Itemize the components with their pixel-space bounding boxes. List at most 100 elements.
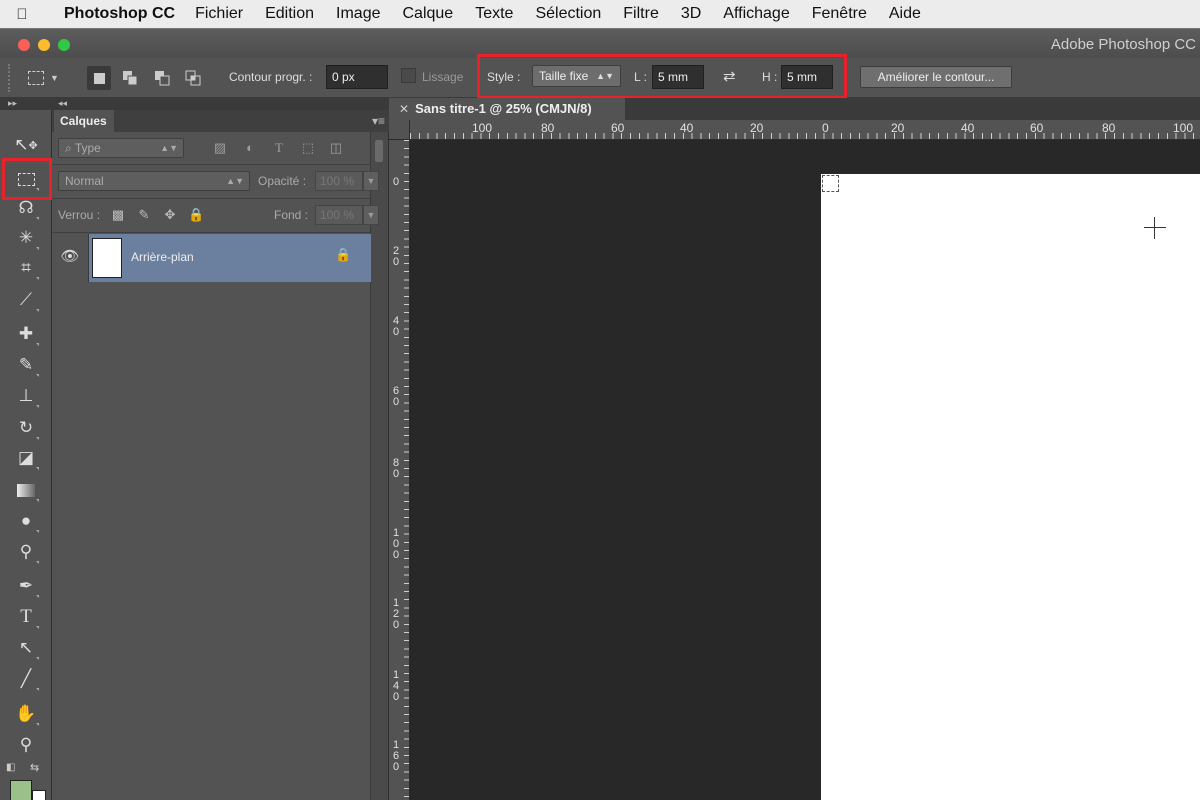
blend-mode-select[interactable]: Normal ▲▼ [58,171,250,191]
ruler-origin[interactable] [389,120,410,140]
healing-brush-tool-icon[interactable]: ✚ [12,321,40,347]
pen-tool-icon[interactable]: ✒ [12,573,40,599]
filter-type-label: Type [74,141,101,155]
style-select[interactable]: Taille fixe ▲▼ [532,65,621,87]
tab-calques[interactable]: Calques [54,110,114,132]
menu-selection[interactable]: Sélection [535,5,601,23]
document-canvas[interactable] [821,174,1200,800]
panel-collapse-icon[interactable]: ◂◂ [52,98,389,110]
lock-position-icon[interactable]: ✥ [162,207,178,223]
lock-transparency-icon[interactable]: ▩ [110,207,126,223]
gradient-tool-icon[interactable] [12,477,40,503]
updown-arrow-icon: ▲▼ [160,143,178,153]
menu-fenetre[interactable]: Fenêtre [812,5,867,23]
menu-aide[interactable]: Aide [889,5,921,23]
tools-collapse-icon[interactable]: ▸▸ [0,98,52,110]
zoom-window-button[interactable] [58,39,70,51]
ruler-h-label: 20 [750,121,764,135]
default-colors-icon[interactable]: ◧ [6,762,15,773]
new-selection-button[interactable] [87,66,111,90]
blur-tool-icon[interactable]: ● [12,508,40,534]
photoshop-window:  Photoshop CC Fichier Edition Image Cal… [0,0,1200,800]
ruler-h-label: 40 [680,121,694,135]
swap-dimensions-icon[interactable]: ⇄ [723,67,736,85]
intersect-selection-button[interactable] [181,66,205,90]
dropdown-arrow-icon: ▼ [50,73,59,83]
menu-image[interactable]: Image [336,5,380,23]
zoom-tool-icon[interactable]: ⚲ [12,732,40,758]
antialias-checkbox[interactable] [401,68,416,83]
subtract-selection-icon [155,71,170,86]
foreground-color-swatch[interactable] [10,780,32,800]
lock-pixels-icon[interactable]: ✎ [136,207,152,223]
line-tool-icon[interactable]: ╱ [12,666,40,692]
lock-all-icon[interactable]: 🔒 [188,207,204,223]
background-color-swatch[interactable] [32,790,46,800]
filter-type-icon[interactable]: T [271,140,287,156]
filter-pixel-icon[interactable]: ▨ [212,140,228,156]
horizontal-ruler[interactable]: 100 80 60 40 20 0 20 40 60 80 100 [410,120,1200,140]
document-tab-bar: ✕ Sans titre-1 @ 25% (CMJN/8) [389,98,1200,120]
refine-edge-button[interactable]: Améliorer le contour... [860,66,1012,88]
type-tool-icon[interactable]: T [12,604,40,630]
panel-menu-icon[interactable]: ▾≡ [372,114,385,128]
feather-input[interactable]: 0 px [326,65,388,89]
menu-edition[interactable]: Edition [265,5,314,23]
options-bar-grip[interactable] [8,64,12,92]
menu-affichage[interactable]: Affichage [723,5,789,23]
move-tool-icon[interactable]: ↖ ✥ [12,132,40,158]
layers-scrollbar[interactable] [370,132,388,800]
vertical-ruler[interactable]: 0 20 40 60 80 100 120 140 160 [389,140,410,800]
options-bar: ▼ Contour progr. : 0 px Lissage Style : … [0,54,1200,99]
height-input[interactable]: 5 mm [781,65,833,89]
close-tab-icon[interactable]: ✕ [399,102,409,116]
eraser-tool-icon[interactable]: ◪ [12,445,40,471]
path-selection-tool-icon[interactable]: ↖ [12,635,40,661]
clone-stamp-tool-icon[interactable]: ⊥ [12,383,40,409]
crop-tool-icon[interactable]: ⌗ [12,255,40,281]
swap-colors-icon[interactable]: ⇆ [30,761,39,774]
rect-marquee-tool-icon[interactable] [12,166,40,192]
app-menu[interactable]: Photoshop CC [64,5,175,23]
dodge-tool-icon[interactable]: ⚲ [12,539,40,565]
hand-tool-icon[interactable]: ✋ [12,701,40,727]
intersect-selection-icon [185,70,201,86]
layer-filter-select[interactable]: ⌕ Type ▲▼ [58,138,184,158]
apple-icon[interactable]:  [0,6,44,23]
history-brush-tool-icon[interactable]: ↻ [12,415,40,441]
layer-row[interactable]: 👁 Arrière-plan 🔒 [52,234,371,282]
layers-panel: ◂◂ Calques ▾≡ ⌕ Type ▲▼ ▨ ◐ T ⬚ ◫ Normal… [52,98,389,800]
opacity-label: Opacité : [258,174,307,188]
filter-smart-object-icon[interactable]: ◫ [328,140,344,156]
eyedropper-tool-icon[interactable]: ⟋ [12,287,40,313]
filter-shape-icon[interactable]: ⬚ [300,140,316,156]
ruler-v-label: 160 [393,739,400,773]
lasso-tool-icon[interactable]: ☊ [12,195,40,221]
close-window-button[interactable] [18,39,30,51]
menu-texte[interactable]: Texte [475,5,513,23]
ruler-v-label: 0 [393,176,400,188]
eye-icon[interactable]: 👁 [52,234,88,282]
minimize-window-button[interactable] [38,39,50,51]
ruler-v-label: 40 [393,315,400,338]
filter-adjustment-icon[interactable]: ◐ [242,140,258,156]
add-to-selection-button[interactable] [118,66,142,90]
magic-wand-tool-icon[interactable]: ✳ [12,225,40,251]
ruler-h-label: 60 [611,121,625,135]
search-icon: ⌕ [65,141,75,155]
ruler-h-label: 100 [472,121,493,135]
ruler-v-label: 20 [393,245,400,268]
fill-input[interactable]: 100 % [315,205,363,225]
subtract-from-selection-button[interactable] [150,66,174,90]
fill-dropdown-icon[interactable]: ▼ [363,205,379,225]
menu-3d[interactable]: 3D [681,5,701,23]
menu-calque[interactable]: Calque [403,5,454,23]
document-tab[interactable]: ✕ Sans titre-1 @ 25% (CMJN/8) [399,98,592,120]
opacity-dropdown-icon[interactable]: ▼ [363,171,379,191]
brush-tool-icon[interactable]: ✎ [12,352,40,378]
width-input[interactable]: 5 mm [652,65,704,89]
tool-preset-picker[interactable]: ▼ [28,66,74,90]
menu-filtre[interactable]: Filtre [623,5,659,23]
menu-fichier[interactable]: Fichier [195,5,243,23]
opacity-input[interactable]: 100 % [315,171,363,191]
